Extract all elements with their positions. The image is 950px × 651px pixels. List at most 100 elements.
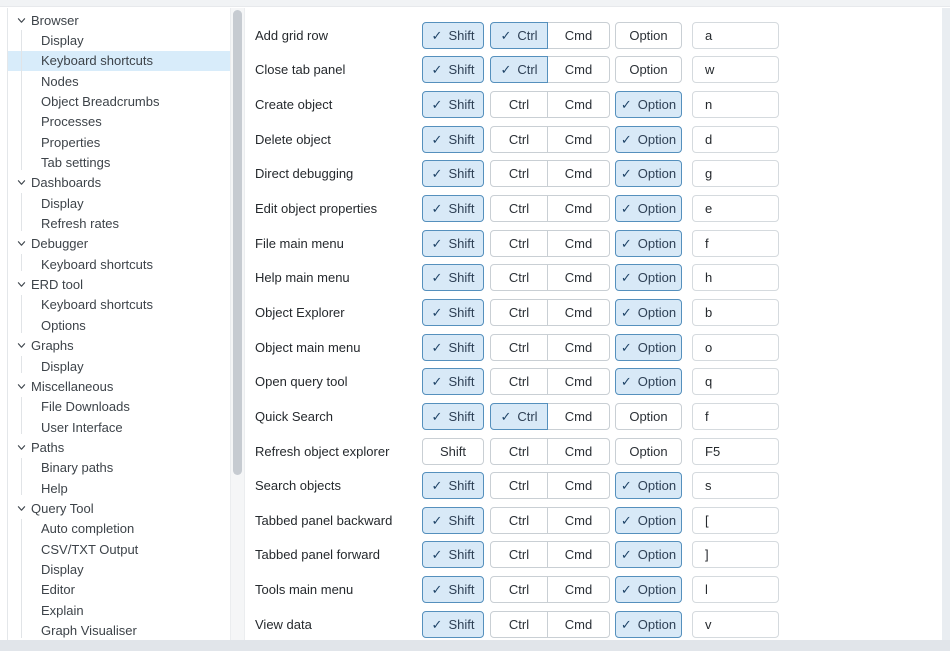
shortcut-key-input[interactable] [692, 438, 779, 465]
shortcut-key-input[interactable] [692, 611, 779, 638]
tree-group-header-dashboards[interactable]: Dashboards [8, 173, 230, 193]
tree-item-browser-nodes[interactable]: Nodes [8, 71, 230, 91]
shortcut-key-input[interactable] [692, 368, 779, 395]
modifier-option-button[interactable]: ✓Option [615, 611, 682, 638]
modifier-cmd-button[interactable]: Cmd [547, 264, 610, 291]
shortcut-key-input[interactable] [692, 334, 779, 361]
modifier-shift-button[interactable]: ✓Shift [422, 126, 484, 153]
modifier-cmd-button[interactable]: Cmd [547, 438, 610, 465]
modifier-option-button[interactable]: ✓Option [615, 368, 682, 395]
tree-group-header-erd-tool[interactable]: ERD tool [8, 274, 230, 294]
modifier-option-button[interactable]: ✓Option [615, 472, 682, 499]
tree-item-browser-keyboard-shortcuts[interactable]: Keyboard shortcuts [8, 51, 230, 71]
modifier-ctrl-button[interactable]: ✓Ctrl [490, 56, 548, 83]
modifier-shift-button[interactable]: ✓Shift [422, 91, 484, 118]
modifier-option-button[interactable]: Option [615, 22, 682, 49]
modifier-shift-button[interactable]: ✓Shift [422, 195, 484, 222]
sidebar-scrollbar-track[interactable] [230, 8, 245, 640]
modifier-cmd-button[interactable]: Cmd [547, 507, 610, 534]
modifier-shift-button[interactable]: ✓Shift [422, 299, 484, 326]
modifier-option-button[interactable]: Option [615, 56, 682, 83]
tree-item-miscellaneous-file-downloads[interactable]: File Downloads [8, 397, 230, 417]
shortcut-key-input[interactable] [692, 507, 779, 534]
modifier-cmd-button[interactable]: Cmd [547, 576, 610, 603]
modifier-option-button[interactable]: ✓Option [615, 507, 682, 534]
tree-item-paths-binary-paths[interactable]: Binary paths [8, 458, 230, 478]
modifier-ctrl-button[interactable]: Ctrl [490, 264, 548, 291]
tree-item-browser-processes[interactable]: Processes [8, 112, 230, 132]
modifier-option-button[interactable]: ✓Option [615, 299, 682, 326]
shortcut-key-input[interactable] [692, 22, 779, 49]
modifier-ctrl-button[interactable]: Ctrl [490, 334, 548, 361]
shortcut-key-input[interactable] [692, 541, 779, 568]
tree-item-query-tool-graph-visualiser[interactable]: Graph Visualiser [8, 620, 230, 640]
tree-item-dashboards-display[interactable]: Display [8, 193, 230, 213]
modifier-ctrl-button[interactable]: Ctrl [490, 576, 548, 603]
modifier-shift-button[interactable]: ✓Shift [422, 160, 484, 187]
modifier-cmd-button[interactable]: Cmd [547, 368, 610, 395]
modifier-shift-button[interactable]: ✓Shift [422, 22, 484, 49]
sidebar-scrollbar-thumb[interactable] [233, 10, 242, 475]
modifier-shift-button[interactable]: ✓Shift [422, 230, 484, 257]
modifier-shift-button[interactable]: ✓Shift [422, 611, 484, 638]
shortcut-key-input[interactable] [692, 91, 779, 118]
shortcut-key-input[interactable] [692, 264, 779, 291]
tree-item-paths-help[interactable]: Help [8, 478, 230, 498]
modifier-ctrl-button[interactable]: Ctrl [490, 507, 548, 534]
modifier-option-button[interactable]: ✓Option [615, 230, 682, 257]
modifier-cmd-button[interactable]: Cmd [547, 126, 610, 153]
modifier-cmd-button[interactable]: Cmd [547, 611, 610, 638]
tree-item-browser-tab-settings[interactable]: Tab settings [8, 152, 230, 172]
tree-item-dashboards-refresh-rates[interactable]: Refresh rates [8, 213, 230, 233]
modifier-option-button[interactable]: Option [615, 438, 682, 465]
tree-item-browser-object-breadcrumbs[interactable]: Object Breadcrumbs [8, 91, 230, 111]
modifier-ctrl-button[interactable]: Ctrl [490, 230, 548, 257]
shortcut-key-input[interactable] [692, 576, 779, 603]
modifier-cmd-button[interactable]: Cmd [547, 403, 610, 430]
modifier-cmd-button[interactable]: Cmd [547, 299, 610, 326]
tree-item-browser-properties[interactable]: Properties [8, 132, 230, 152]
modifier-option-button[interactable]: Option [615, 403, 682, 430]
tree-group-header-query-tool[interactable]: Query Tool [8, 498, 230, 518]
modifier-option-button[interactable]: ✓Option [615, 195, 682, 222]
modifier-cmd-button[interactable]: Cmd [547, 56, 610, 83]
tree-item-query-tool-display[interactable]: Display [8, 559, 230, 579]
modifier-option-button[interactable]: ✓Option [615, 160, 682, 187]
modifier-shift-button[interactable]: ✓Shift [422, 56, 484, 83]
tree-group-header-browser[interactable]: Browser [8, 10, 230, 30]
tree-item-query-tool-editor[interactable]: Editor [8, 580, 230, 600]
modifier-option-button[interactable]: ✓Option [615, 264, 682, 291]
modifier-cmd-button[interactable]: Cmd [547, 22, 610, 49]
shortcut-key-input[interactable] [692, 230, 779, 257]
modifier-ctrl-button[interactable]: Ctrl [490, 160, 548, 187]
tree-group-header-graphs[interactable]: Graphs [8, 336, 230, 356]
modifier-ctrl-button[interactable]: Ctrl [490, 368, 548, 395]
modifier-shift-button[interactable]: ✓Shift [422, 334, 484, 361]
tree-group-header-paths[interactable]: Paths [8, 437, 230, 457]
modifier-cmd-button[interactable]: Cmd [547, 334, 610, 361]
tree-item-query-tool-auto-completion[interactable]: Auto completion [8, 519, 230, 539]
tree-item-erd-tool-keyboard-shortcuts[interactable]: Keyboard shortcuts [8, 295, 230, 315]
modifier-option-button[interactable]: ✓Option [615, 126, 682, 153]
modifier-cmd-button[interactable]: Cmd [547, 541, 610, 568]
tree-item-miscellaneous-user-interface[interactable]: User Interface [8, 417, 230, 437]
modifier-shift-button[interactable]: ✓Shift [422, 541, 484, 568]
modifier-shift-button[interactable]: ✓Shift [422, 576, 484, 603]
tree-item-query-tool-csv-txt-output[interactable]: CSV/TXT Output [8, 539, 230, 559]
modifier-cmd-button[interactable]: Cmd [547, 91, 610, 118]
modifier-shift-button[interactable]: ✓Shift [422, 264, 484, 291]
shortcut-key-input[interactable] [692, 160, 779, 187]
tree-item-query-tool-explain[interactable]: Explain [8, 600, 230, 620]
modifier-ctrl-button[interactable]: Ctrl [490, 472, 548, 499]
shortcut-key-input[interactable] [692, 56, 779, 83]
modifier-shift-button[interactable]: ✓Shift [422, 403, 484, 430]
tree-item-debugger-keyboard-shortcuts[interactable]: Keyboard shortcuts [8, 254, 230, 274]
tree-item-erd-tool-options[interactable]: Options [8, 315, 230, 335]
shortcut-key-input[interactable] [692, 126, 779, 153]
modifier-shift-button[interactable]: ✓Shift [422, 368, 484, 395]
modifier-ctrl-button[interactable]: Ctrl [490, 438, 548, 465]
modifier-ctrl-button[interactable]: Ctrl [490, 541, 548, 568]
modifier-option-button[interactable]: ✓Option [615, 576, 682, 603]
shortcut-key-input[interactable] [692, 472, 779, 499]
shortcut-key-input[interactable] [692, 403, 779, 430]
